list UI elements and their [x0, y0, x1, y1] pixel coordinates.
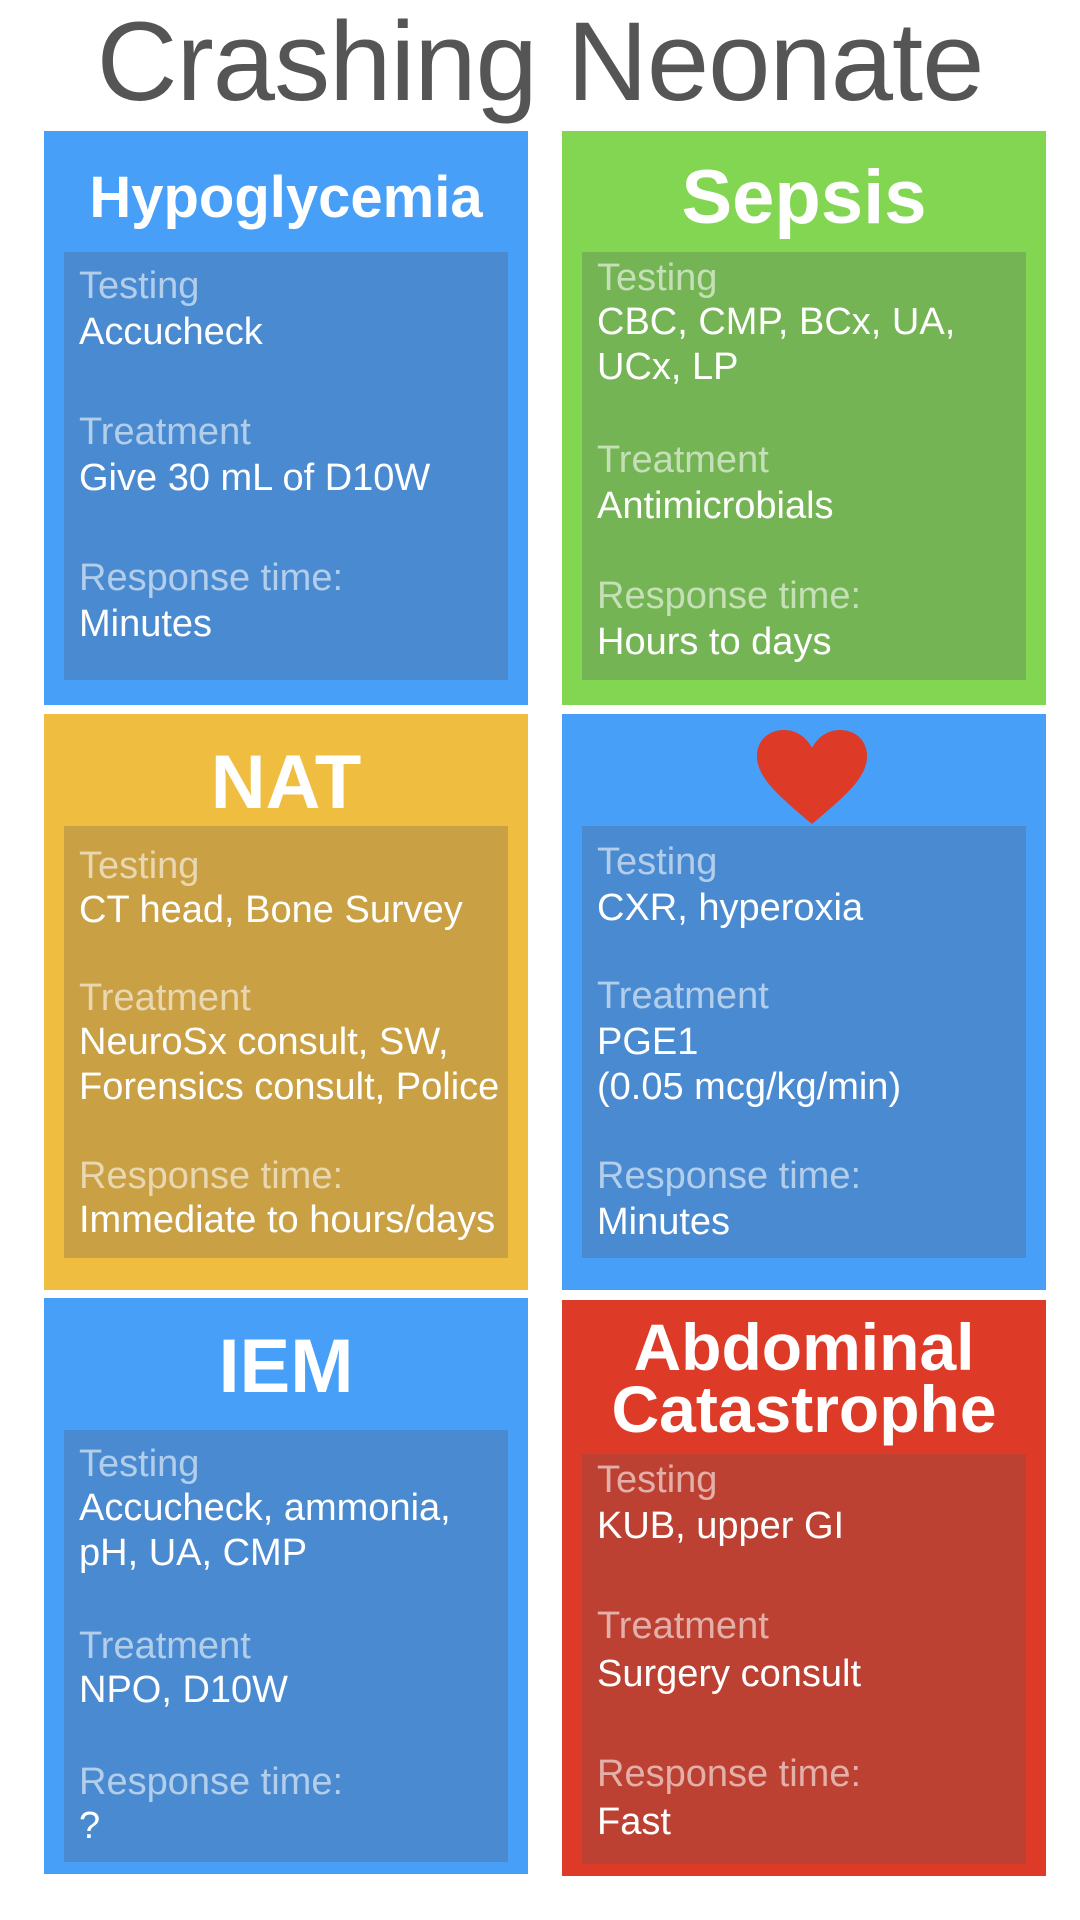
testing-label: Testing: [79, 1443, 200, 1485]
treatment-value: NPO, D10W: [79, 1669, 289, 1711]
testing-value: Accucheck: [79, 311, 263, 353]
card-title: IEM: [218, 1324, 354, 1409]
info-panel: Testing Accucheck Treatment Give 30 mL o…: [64, 252, 508, 680]
card-title: Hypoglycemia: [89, 165, 483, 230]
card-hypoglycemia: Hypoglycemia Testing Accucheck Treatment…: [44, 131, 528, 705]
testing-label: Testing: [79, 265, 200, 307]
testing-value: CBC, CMP, BCx, UA, UCx, LP: [597, 301, 956, 388]
card-heart: Testing CXR, hyperoxia Treatment PGE1 (0…: [562, 714, 1046, 1290]
response-value: ?: [79, 1805, 101, 1847]
testing-label: Testing: [597, 1459, 718, 1501]
testing-label: Testing: [597, 841, 718, 883]
info-panel: Testing KUB, upper GI Treatment Surgery …: [582, 1454, 1026, 1864]
treatment-label: Treatment: [597, 975, 769, 1017]
info-panel: Testing CT head, Bone Survey Treatment N…: [64, 826, 508, 1258]
card-sepsis: Sepsis Testing CBC, CMP, BCx, UA, UCx, L…: [562, 131, 1046, 705]
treatment-value: PGE1 (0.05 mcg/kg/min): [597, 1021, 902, 1108]
response-value: Minutes: [597, 1201, 731, 1243]
card-title: NAT: [210, 740, 362, 825]
testing-value: Accucheck, ammonia, pH, UA, CMP: [79, 1487, 451, 1574]
info-panel: Testing CBC, CMP, BCx, UA, UCx, LP Treat…: [582, 252, 1026, 680]
card-title: Abdominal Catastrophe: [611, 1310, 997, 1446]
response-value: Hours to days: [597, 621, 832, 663]
response-value: Immediate to hours/days: [79, 1199, 496, 1241]
testing-label: Testing: [79, 845, 200, 887]
card-title: Sepsis: [681, 155, 927, 240]
treatment-value: NeuroSx consult, SW, Forensics consult, …: [79, 1021, 500, 1108]
treatment-value: Antimicrobials: [597, 485, 834, 527]
treatment-label: Treatment: [79, 411, 251, 453]
treatment-label: Treatment: [597, 439, 769, 481]
treatment-value: Give 30 mL of D10W: [79, 457, 431, 499]
response-value: Fast: [597, 1801, 671, 1843]
response-label: Response time:: [79, 1155, 344, 1197]
response-value: Minutes: [79, 603, 213, 645]
info-panel: Testing CXR, hyperoxia Treatment PGE1 (0…: [582, 826, 1026, 1258]
treatment-label: Treatment: [597, 1605, 769, 1647]
treatment-label: Treatment: [79, 1625, 251, 1667]
testing-label: Testing: [597, 257, 718, 299]
response-label: Response time:: [597, 575, 862, 617]
card-abdominal-catastrophe: Abdominal Catastrophe Testing KUB, upper…: [562, 1300, 1046, 1876]
response-label: Response time:: [597, 1753, 862, 1795]
treatment-value: Surgery consult: [597, 1653, 862, 1695]
treatment-label: Treatment: [79, 977, 251, 1019]
response-label: Response time:: [79, 1761, 344, 1803]
card-nat: NAT Testing CT head, Bone Survey Treatme…: [44, 714, 528, 1290]
page-title: Crashing Neonate: [96, 0, 985, 124]
heart-icon: [757, 730, 867, 824]
response-label: Response time:: [597, 1155, 862, 1197]
card-iem: IEM Testing Accucheck, ammonia, pH, UA, …: [44, 1298, 528, 1874]
testing-value: CXR, hyperoxia: [597, 887, 864, 929]
testing-value: KUB, upper GI: [597, 1505, 845, 1547]
response-label: Response time:: [79, 557, 344, 599]
info-panel: Testing Accucheck, ammonia, pH, UA, CMP …: [64, 1430, 508, 1862]
testing-value: CT head, Bone Survey: [79, 889, 463, 931]
